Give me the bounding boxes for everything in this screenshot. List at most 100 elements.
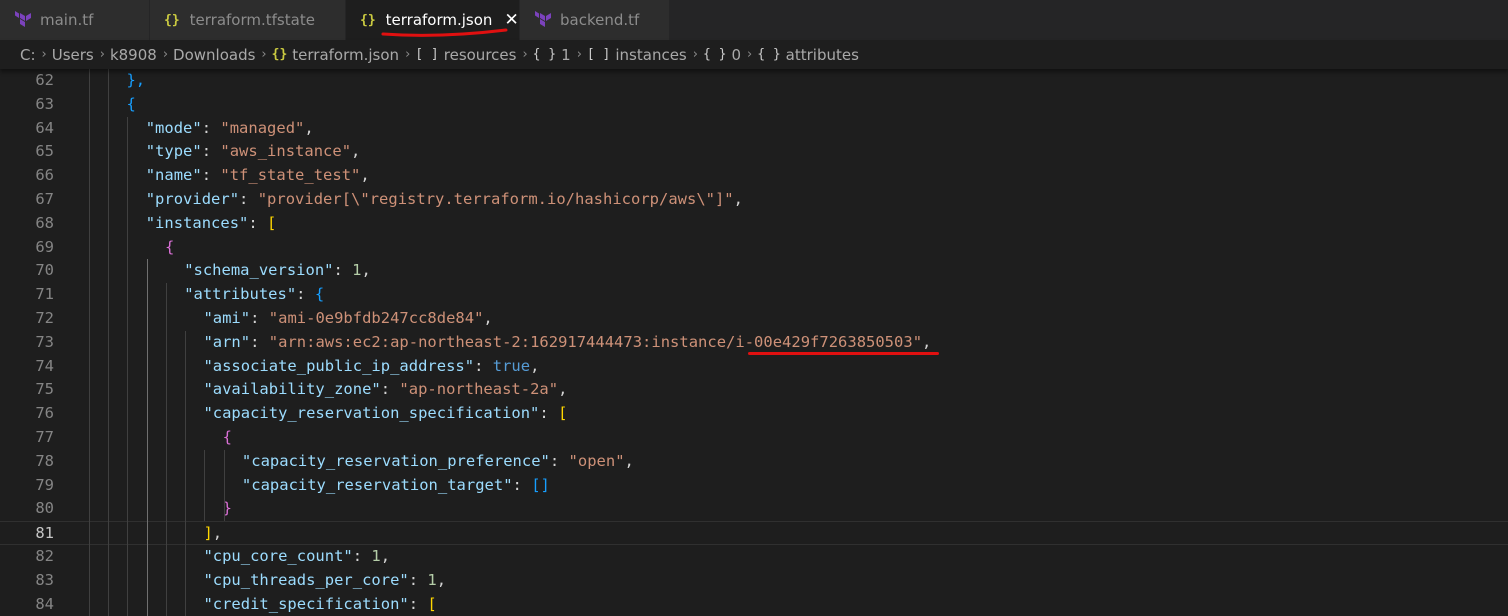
breadcrumb-resources[interactable]: resources (444, 46, 517, 64)
code-token: "tf_state_test" (220, 166, 361, 185)
code-token: , (483, 309, 493, 327)
code-token: : (333, 261, 353, 280)
code-token: "ami-0e9bfdb247cc8de84" (268, 309, 484, 327)
line-number: 62 (35, 71, 54, 89)
code-line[interactable]: 79 "capacity_reservation_target": [] (0, 474, 1508, 498)
code-token: "provider[\"registry.terraform.io/hashic… (257, 190, 734, 208)
code-content: "availability_zone": "ap-northeast-2a", (203, 378, 567, 402)
code-line[interactable]: 70 "schema_version": 1, (0, 259, 1508, 283)
code-line[interactable]: 69 { (0, 236, 1508, 260)
code-line[interactable]: 63 { (0, 93, 1508, 117)
indent-guide (165, 283, 167, 616)
line-number: 64 (35, 118, 54, 137)
code-token: ] (203, 524, 213, 543)
code-line[interactable]: 78 "capacity_reservation_preference": "op… (0, 450, 1508, 474)
code-line[interactable]: 84 "credit_specification": [ (0, 593, 1508, 616)
code-token: { (314, 285, 325, 304)
terraform-icon (535, 11, 551, 27)
breadcrumb-instances-index[interactable]: 0 (731, 46, 741, 64)
indent-guide (89, 69, 90, 616)
code-token: : (380, 380, 400, 399)
code-token: " (912, 332, 923, 351)
tab-label: terraform.tfstate (189, 11, 315, 29)
code-line[interactable]: 81], (0, 521, 1508, 545)
code-line[interactable]: 67 "provider": "provider[\"registry.terra… (0, 188, 1508, 212)
object-icon: { } (757, 47, 781, 62)
line-number: 63 (35, 94, 54, 113)
tab-backend-tf[interactable]: backend.tf (520, 0, 670, 40)
code-line[interactable]: 62}, (0, 69, 1508, 93)
code-token: , (558, 380, 568, 399)
code-line[interactable]: 77 { (0, 426, 1508, 450)
code-token: "type" (145, 142, 202, 161)
code-line[interactable]: 83 "cpu_threads_per_core": 1, (0, 569, 1508, 593)
line-number: 83 (35, 570, 54, 589)
chevron-right-icon: › (162, 47, 169, 62)
code-token: , (530, 356, 540, 375)
breadcrumb-drive[interactable]: C: (20, 46, 36, 64)
code-line[interactable]: 74 "associate_public_ip_address": true, (0, 355, 1508, 379)
code-line[interactable]: 71 "attributes": { (0, 283, 1508, 307)
code-token: : (539, 404, 559, 423)
code-token: "instances" (145, 213, 249, 232)
code-token: : (201, 118, 221, 137)
breadcrumb-user[interactable]: k8908 (110, 46, 157, 64)
line-number: 81 (35, 524, 54, 543)
code-editor[interactable]: 62}, 63{64 "mode": "managed", 65 "type": "aw… (0, 69, 1508, 616)
code-content: "cpu_core_count": 1, (203, 545, 390, 569)
code-token: : (296, 285, 315, 304)
code-token: "cpu_core_count" (203, 547, 353, 565)
breadcrumb-users[interactable]: Users (52, 46, 94, 64)
code-content: }, (126, 69, 145, 93)
code-token: , (922, 332, 932, 351)
code-token: , (360, 166, 370, 185)
line-number: 76 (35, 404, 54, 423)
code-token: "ap-northeast-2a" (399, 380, 559, 399)
code-token: : (408, 570, 428, 589)
code-token: "provider" (145, 190, 240, 208)
code-line[interactable]: 66 "name": "tf_state_test", (0, 164, 1508, 188)
code-content: "attributes": { (184, 283, 324, 307)
indent-guide (108, 69, 110, 616)
code-token: "schema_version" (184, 261, 334, 280)
code-line[interactable]: 72 "ami": "ami-0e9bfdb247cc8de84", (0, 307, 1508, 331)
code-token: : (512, 475, 532, 494)
code-line[interactable]: 65 "type": "aws_instance", (0, 140, 1508, 164)
chevron-right-icon: › (522, 47, 528, 62)
code-token: 1 (352, 261, 362, 280)
breadcrumb-downloads[interactable]: Downloads (173, 46, 255, 64)
tab-main-tf[interactable]: main.tf (0, 0, 150, 40)
terraform-icon (15, 11, 31, 27)
code-token: : (352, 547, 372, 565)
code-line[interactable]: 80} (0, 497, 1508, 521)
tab-label: backend.tf (560, 11, 640, 29)
line-number: 69 (35, 237, 54, 256)
code-content: "name": "tf_state_test", (146, 164, 370, 188)
code-line[interactable]: 68 "instances": [ (0, 212, 1508, 236)
code-token: true (492, 356, 531, 375)
code-line[interactable]: 64 "mode": "managed", (0, 117, 1508, 141)
breadcrumb-instances[interactable]: instances (615, 46, 686, 64)
code-token: "availability_zone" (203, 380, 381, 399)
code-content: { (223, 426, 232, 450)
code-token: { (222, 428, 233, 446)
code-token: "associate_public_ip_address" (203, 356, 475, 375)
code-content: "capacity_reservation_specification": [ (203, 402, 567, 426)
code-token: "capacity_reservation_specification" (203, 404, 540, 423)
breadcrumb-attributes[interactable]: attributes (786, 46, 859, 64)
line-number: 72 (35, 309, 54, 327)
line-number: 80 (35, 499, 54, 518)
code-content: "capacity_reservation_target": [] (242, 474, 550, 498)
code-content: "capacity_reservation_preference": "open… (242, 450, 634, 474)
code-token: [ (267, 213, 277, 232)
indent-guide (204, 449, 206, 522)
code-content: "provider": "provider[\"registry.terrafo… (146, 188, 743, 212)
breadcrumb-resources-index[interactable]: 1 (561, 46, 571, 64)
code-line[interactable]: 82 "cpu_core_count": 1, (0, 545, 1508, 569)
code-line[interactable]: 75 "availability_zone": "ap-northeast-2a"… (0, 378, 1508, 402)
code-line[interactable]: 76 "capacity_reservation_specification": … (0, 402, 1508, 426)
tab-terraform-tfstate[interactable]: {} terraform.tfstate (150, 0, 346, 40)
breadcrumb-file[interactable]: terraform.json (292, 46, 399, 64)
line-number: 82 (35, 547, 54, 565)
code-token: : (201, 166, 221, 185)
